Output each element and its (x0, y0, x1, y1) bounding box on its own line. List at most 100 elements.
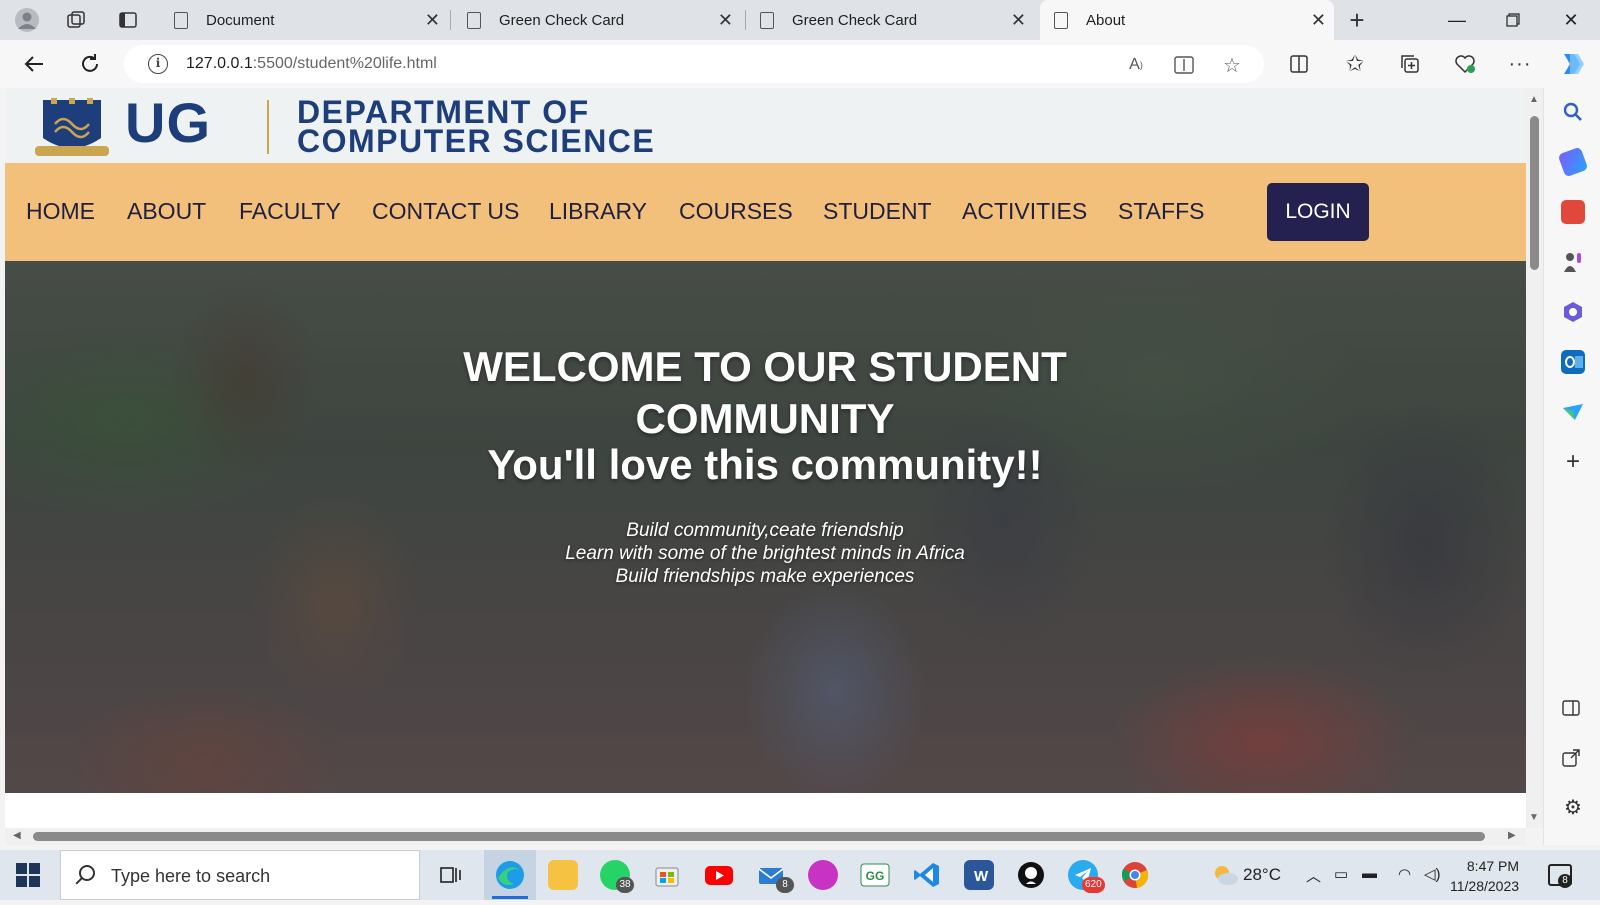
scroll-down-icon[interactable]: ▼ (1529, 812, 1539, 823)
department-title: DEPARTMENT OF COMPUTER SCIENCE (297, 96, 655, 157)
sidebar-settings-gear-icon[interactable]: ⚙ (1561, 796, 1585, 820)
close-tab-icon[interactable]: ✕ (1011, 10, 1026, 31)
collections-icon[interactable] (1394, 48, 1426, 80)
site-info-icon[interactable]: i (148, 54, 168, 74)
weather-icon[interactable] (1211, 863, 1239, 887)
minimize-icon[interactable]: — (1429, 0, 1485, 40)
hero-taglines: Build community,ceate friendship Learn w… (405, 519, 1125, 588)
read-aloud-icon[interactable]: A) (1124, 53, 1148, 77)
file-explorer-icon[interactable] (548, 860, 578, 890)
university-crest-logo (33, 98, 111, 158)
show-hidden-icons-chevron-icon[interactable]: ︿ (1306, 865, 1321, 886)
login-button[interactable]: LOGIN (1267, 183, 1369, 241)
edge-taskbar-icon[interactable] (484, 850, 536, 900)
task-view-icon[interactable] (436, 860, 466, 890)
hero-subtitle: You'll love this community!! (487, 441, 1043, 488)
nav-library[interactable]: LIBRARY (549, 198, 647, 225)
back-icon[interactable] (18, 48, 50, 80)
battery-icon[interactable]: ▬ (1362, 865, 1377, 882)
tab-green-check-card-1[interactable]: Green Check Card ✕ (453, 0, 741, 40)
microsoft-365-icon[interactable] (1561, 300, 1585, 324)
horizontal-scroll-thumb[interactable] (33, 832, 1485, 841)
restore-icon[interactable] (1485, 0, 1541, 40)
whatsapp-badge: 38 (616, 877, 634, 893)
hide-sidebar-icon[interactable] (1561, 698, 1585, 722)
temperature-text[interactable]: 28°C (1243, 865, 1281, 885)
search-icon[interactable] (1561, 100, 1585, 124)
nav-courses[interactable]: COURSES (679, 198, 793, 225)
hero-tagline: Build friendships make experiences (615, 566, 915, 587)
shopping-tag-icon[interactable] (1557, 146, 1589, 178)
immersive-reader-icon[interactable] (1172, 53, 1196, 77)
tab-document[interactable]: Document ✕ (160, 0, 448, 40)
open-external-icon[interactable] (1561, 748, 1585, 772)
nav-about[interactable]: ABOUT (127, 198, 206, 225)
vertical-scroll-thumb[interactable] (1530, 116, 1539, 270)
web-page-viewport: UG DEPARTMENT OF COMPUTER SCIENCE HOME A… (5, 88, 1526, 845)
hero-tagline: Build community,ceate friendship (626, 520, 904, 541)
browser-toolbar: i 127.0.0.1:5500/student%20life.html A) … (0, 40, 1600, 88)
github-icon[interactable] (1016, 860, 1046, 890)
horizontal-scrollbar[interactable]: ◀ ▶ (5, 828, 1526, 845)
close-tab-icon[interactable]: ✕ (718, 10, 733, 31)
mail-badge: 8 (776, 877, 794, 893)
tab-about[interactable]: About ✕ (1040, 0, 1334, 40)
tab-title: Green Check Card (792, 11, 918, 29)
drop-send-icon[interactable] (1561, 400, 1585, 424)
scroll-left-icon[interactable]: ◀ (13, 830, 21, 841)
main-navigation: HOME ABOUT FACULTY CONTACT US LIBRARY CO… (5, 163, 1526, 261)
favorite-star-icon[interactable]: ☆ (1220, 53, 1244, 77)
page-icon (1054, 11, 1068, 29)
geeksforgeeks-icon[interactable]: GG (860, 860, 890, 890)
chrome-icon[interactable] (1120, 860, 1150, 890)
wps-office-icon[interactable] (808, 860, 838, 890)
svg-text:W: W (974, 868, 989, 885)
vertical-scrollbar[interactable]: ▲ ▼ (1526, 88, 1543, 828)
nav-student[interactable]: STUDENT (823, 198, 932, 225)
favorites-icon[interactable]: ✩ (1339, 48, 1371, 80)
windows-start-icon[interactable] (16, 863, 40, 887)
vscode-icon[interactable] (912, 860, 942, 890)
meet-now-icon[interactable]: ▭ (1334, 865, 1348, 883)
add-sidebar-app-icon[interactable]: + (1561, 450, 1585, 474)
tab-title: About (1086, 11, 1126, 29)
hero-banner: WELCOME TO OUR STUDENT COMMUNITY You'll … (5, 261, 1526, 793)
system-clock[interactable]: 8:47 PM 11/28/2023 (1450, 856, 1519, 896)
settings-more-icon[interactable]: ··· (1504, 48, 1536, 80)
refresh-icon[interactable] (74, 48, 106, 80)
tools-icon[interactable] (1561, 200, 1585, 224)
address-bar[interactable]: i 127.0.0.1:5500/student%20life.html A) … (124, 45, 1264, 83)
youtube-icon[interactable] (704, 860, 734, 890)
taskbar-search-box[interactable]: Type here to search (60, 850, 420, 900)
ug-logo-text: UG (125, 91, 211, 154)
close-tab-icon[interactable]: ✕ (1311, 10, 1326, 31)
scroll-up-icon[interactable]: ▲ (1529, 94, 1539, 105)
page-icon (467, 11, 481, 29)
nav-activities[interactable]: ACTIVITIES (962, 198, 1087, 225)
browser-essentials-icon[interactable] (1449, 48, 1481, 80)
tab-green-check-card-2[interactable]: Green Check Card ✕ (746, 0, 1034, 40)
hero-content: WELCOME TO OUR STUDENT COMMUNITY You'll … (5, 261, 1526, 793)
nav-staffs[interactable]: STAFFS (1118, 198, 1204, 225)
scroll-right-icon[interactable]: ▶ (1508, 830, 1516, 841)
nav-faculty[interactable]: FACULTY (239, 198, 341, 225)
tab-separator (450, 10, 451, 30)
close-window-icon[interactable]: ✕ (1543, 0, 1599, 40)
close-tab-icon[interactable]: ✕ (425, 10, 440, 31)
outlook-icon[interactable] (1561, 350, 1585, 374)
nav-contact-us[interactable]: CONTACT US (372, 198, 519, 225)
tab-actions-icon[interactable] (114, 6, 142, 34)
games-icon[interactable] (1561, 250, 1585, 274)
workspaces-icon[interactable] (62, 6, 90, 34)
split-screen-icon[interactable] (1283, 48, 1315, 80)
hero-tagline: Learn with some of the brightest minds i… (565, 543, 965, 564)
page-icon (760, 11, 774, 29)
nav-home[interactable]: HOME (26, 198, 95, 225)
word-icon[interactable]: W (964, 860, 994, 890)
profile-icon[interactable] (13, 6, 41, 34)
microsoft-store-icon[interactable] (652, 860, 682, 890)
wifi-icon[interactable]: ◠ (1398, 865, 1411, 883)
copilot-icon[interactable] (1556, 48, 1588, 80)
new-tab-icon[interactable]: + (1343, 5, 1371, 35)
volume-icon[interactable]: ◁) (1424, 865, 1441, 883)
